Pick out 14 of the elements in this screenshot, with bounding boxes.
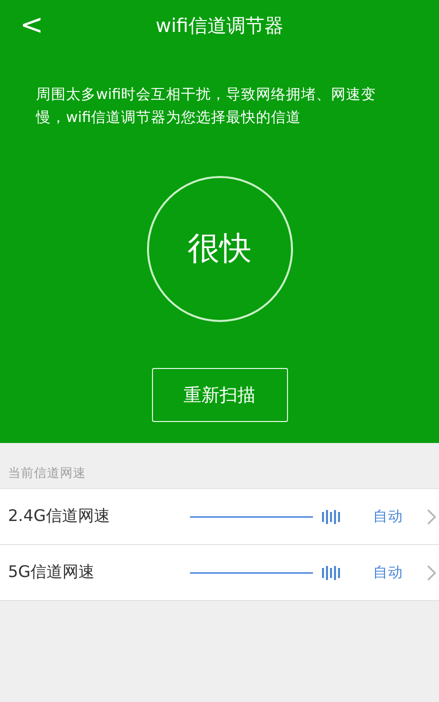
back-button[interactable]: < [14,8,50,41]
window-title: wifi信道调节器 [156,14,284,39]
chevron-icon [427,508,436,524]
channel-name: 5G信道网速 [8,562,96,583]
rescan-button[interactable]: 重新扫描 [152,368,288,422]
channel-row[interactable]: 5G信道网速 自动 [0,545,439,601]
mode-link[interactable]: 自动 [373,507,403,526]
section-label: 当前信道网速 [7,464,87,482]
mode-link[interactable]: 自动 [373,563,403,582]
description-text: 周围太多wifi时会互相干扰，导致网络拥堵、网速变慢，wifi信道调节器为您选择最快的信道 [36,86,378,128]
status-circle: 很快 [146,176,292,322]
channel-name: 2.4G信道网速 [8,506,111,527]
channel-row[interactable]: 2.4G信道网速 自动 [0,489,439,545]
chevron-icon [427,564,436,580]
